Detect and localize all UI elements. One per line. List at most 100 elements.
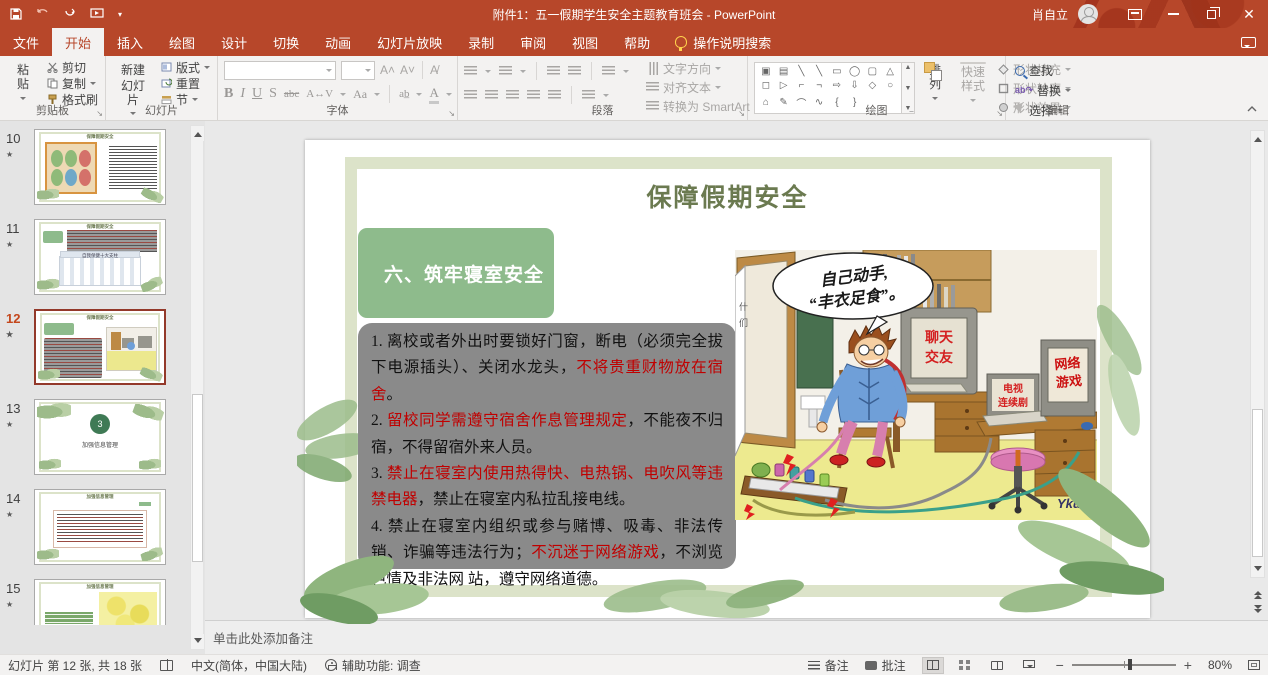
reading-view-button[interactable] <box>986 657 1008 674</box>
highlight-color-icon[interactable]: ab̲ <box>399 88 409 100</box>
section-title-box[interactable]: 六、筑牢寝室安全 <box>358 228 554 318</box>
notes-toggle[interactable]: 备注 <box>808 657 849 674</box>
undo-icon[interactable] <box>36 8 50 20</box>
shrink-font-icon[interactable]: A˅ <box>400 63 415 77</box>
shadow-icon[interactable]: S <box>269 86 277 102</box>
align-left-icon[interactable] <box>464 90 477 101</box>
spellcheck-icon[interactable] <box>160 660 173 671</box>
save-icon[interactable] <box>10 8 22 20</box>
account-name[interactable]: 肖自立 <box>1032 6 1068 23</box>
minimize-button[interactable] <box>1154 0 1192 28</box>
slide-thumbnail-15[interactable]: 加强信息管理 <box>34 579 166 625</box>
fit-slide-to-window-button[interactable] <box>1248 660 1260 670</box>
bullets-icon[interactable] <box>464 66 477 77</box>
slide-editing-surface[interactable]: 保障假期安全 六、筑牢寝室安全 1. 离校或者外出时要锁好门窗，断电（必须完全拔… <box>305 140 1150 618</box>
quick-styles-button[interactable]: 快速样式 <box>955 60 991 104</box>
slideshow-from-start-icon[interactable] <box>90 8 104 20</box>
clipboard-dialog-launcher[interactable]: ↘ <box>96 109 103 118</box>
slide-thumbnail-14[interactable]: 加强信息管理 <box>34 489 166 565</box>
zoom-slider-thumb[interactable] <box>1128 659 1132 670</box>
comments-toggle[interactable] <box>1241 28 1256 56</box>
tab-design[interactable]: 设计 <box>208 28 260 56</box>
tell-me-search[interactable]: 操作说明搜索 <box>663 28 783 56</box>
slide-title[interactable]: 保障假期安全 <box>305 178 1150 214</box>
numbering-icon[interactable] <box>499 66 512 77</box>
thumbnail-scrollbar[interactable] <box>190 125 204 650</box>
redo-icon[interactable] <box>64 8 76 20</box>
dorm-cartoon-image[interactable]: 什 们 <box>735 250 1097 520</box>
ribbon-display-options-button[interactable] <box>1116 0 1154 28</box>
vertical-scrollbar[interactable] <box>1250 130 1265 578</box>
grow-font-icon[interactable]: A˄ <box>380 63 395 77</box>
new-slide-button[interactable]: 新建幻灯片 <box>112 60 154 104</box>
tab-home[interactable]: 开始 <box>52 28 104 56</box>
font-name-combo[interactable] <box>224 61 336 80</box>
restore-button[interactable] <box>1192 0 1230 28</box>
slide-thumbnail-11[interactable]: 保障假期安全 自我保健十大支柱 <box>34 219 166 295</box>
font-dialog-launcher[interactable]: ↘ <box>448 109 455 118</box>
slide-thumbnail-12-selected[interactable]: 保障假期安全 <box>34 309 166 385</box>
cut-button[interactable]: 剪切 <box>44 60 101 75</box>
decrease-indent-icon[interactable] <box>547 66 560 77</box>
justify-icon[interactable] <box>527 90 540 101</box>
comments-toggle-status[interactable]: 批注 <box>865 657 906 674</box>
language-status[interactable]: 中文(简体，中国大陆) <box>191 657 307 674</box>
columns-icon[interactable] <box>582 90 595 101</box>
align-center-icon[interactable] <box>485 90 498 101</box>
zoom-level[interactable]: 80% <box>1208 658 1232 672</box>
drawing-dialog-launcher[interactable]: ↘ <box>996 109 1003 118</box>
collapse-ribbon-button[interactable] <box>1246 105 1258 116</box>
font-size-combo[interactable] <box>341 61 375 80</box>
slide-thumbnail-13[interactable]: 3 加强信息管理 <box>34 399 166 475</box>
change-case-icon[interactable]: Aa <box>353 87 367 102</box>
align-right-icon[interactable] <box>506 90 519 101</box>
next-slide-button[interactable] <box>1250 603 1265 619</box>
tab-view[interactable]: 视图 <box>559 28 611 56</box>
tab-transitions[interactable]: 切换 <box>260 28 312 56</box>
close-button[interactable]: ✕ <box>1230 0 1268 28</box>
tab-draw[interactable]: 绘图 <box>156 28 208 56</box>
customize-qat-icon[interactable]: ▾ <box>118 10 122 19</box>
strikethrough-icon[interactable]: abc <box>284 88 299 100</box>
tab-review[interactable]: 审阅 <box>507 28 559 56</box>
layout-button[interactable]: 版式 <box>158 60 213 75</box>
tab-slideshow[interactable]: 幻灯片放映 <box>364 28 455 56</box>
arrange-button[interactable]: 排列 <box>919 60 951 104</box>
previous-slide-button[interactable] <box>1250 585 1265 601</box>
paste-button[interactable]: 粘贴 <box>6 60 40 104</box>
clear-formatting-icon[interactable]: A̸ <box>430 63 438 77</box>
slide-thumbnail-10[interactable]: 保障假期安全 <box>34 129 166 205</box>
accessibility-status[interactable]: 辅助功能: 调查 <box>325 657 421 674</box>
replace-button[interactable]: ab↷替换 <box>1012 83 1074 98</box>
tab-record[interactable]: 录制 <box>455 28 507 56</box>
line-spacing-icon[interactable] <box>602 66 615 77</box>
bold-icon[interactable]: B <box>224 86 233 102</box>
tab-help[interactable]: 帮助 <box>611 28 663 56</box>
char-spacing-icon[interactable]: A↔V <box>306 88 333 100</box>
italic-icon[interactable]: I <box>240 86 245 102</box>
paragraph-dialog-launcher[interactable]: ↘ <box>738 109 745 118</box>
notes-pane[interactable]: 单击此处添加备注 <box>205 620 1268 654</box>
title-bar: ▾ 附件1：五一假期学生安全主题教育班会 - PowerPoint 肖自立 ✕ <box>0 0 1268 28</box>
reset-button[interactable]: 重置 <box>158 76 213 91</box>
copy-button[interactable]: 复制 <box>44 76 101 91</box>
slide-sorter-view-button[interactable] <box>954 657 976 674</box>
tab-animations[interactable]: 动画 <box>312 28 364 56</box>
underline-icon[interactable]: U <box>252 86 262 102</box>
zoom-out-button[interactable]: − <box>1056 657 1064 673</box>
font-color-icon[interactable]: A <box>429 85 438 104</box>
slideshow-view-button[interactable] <box>1018 657 1040 674</box>
body-text-box[interactable]: 1. 离校或者外出时要锁好门窗，断电（必须完全拔下电源插头）、关闭水龙头，不将贵… <box>358 323 736 569</box>
svg-text:游戏: 游戏 <box>1055 373 1082 390</box>
normal-view-button[interactable] <box>922 657 944 674</box>
increase-indent-icon[interactable] <box>568 66 581 77</box>
zoom-slider[interactable] <box>1072 664 1176 665</box>
zoom-in-button[interactable]: + <box>1184 657 1192 673</box>
tab-file[interactable]: 文件 <box>0 28 52 56</box>
text-direction-button[interactable]: 文字方向 <box>643 61 763 76</box>
find-button[interactable]: 查找 <box>1012 63 1074 78</box>
align-text-button[interactable]: 对齐文本 <box>643 80 763 95</box>
distribute-icon[interactable] <box>548 90 561 101</box>
avatar[interactable] <box>1078 4 1098 24</box>
tab-insert[interactable]: 插入 <box>104 28 156 56</box>
